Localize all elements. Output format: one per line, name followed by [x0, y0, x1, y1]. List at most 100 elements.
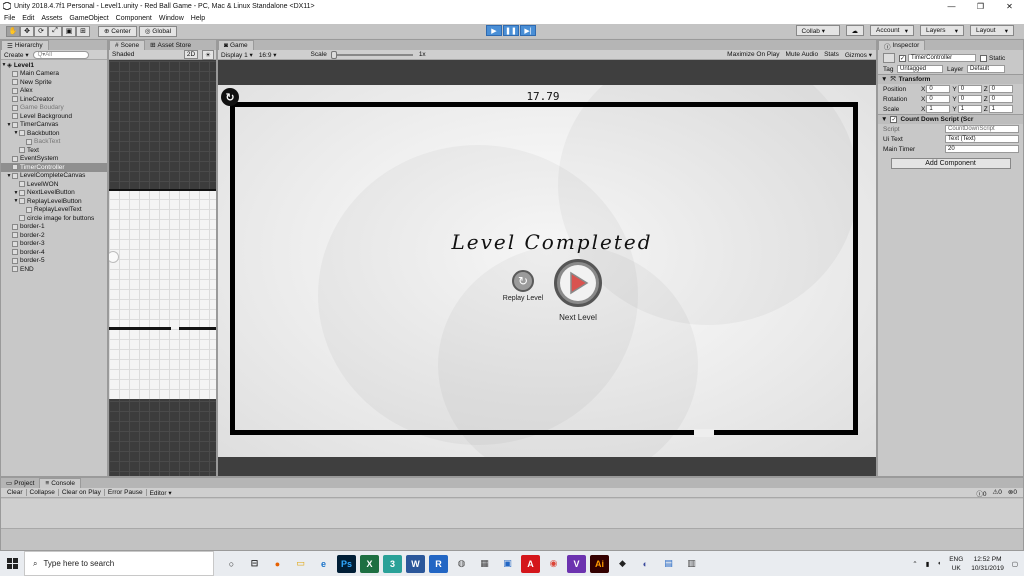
taskbar-app-icon[interactable]: ○ [222, 555, 241, 573]
hierarchy-item[interactable]: ▼ LevelCompleteCanvas [1, 172, 107, 181]
taskbar-app-icon[interactable]: Ps [337, 554, 356, 573]
hierarchy-item[interactable]: END [1, 265, 107, 274]
menu-window[interactable]: Window [159, 15, 184, 22]
transform-z-field[interactable]: 1 [988, 105, 1013, 113]
taskbar-app-icon[interactable]: ▦ [475, 555, 494, 573]
clear-on-play-toggle[interactable]: Clear on Play [59, 489, 105, 496]
volume-icon[interactable]: ◖ [937, 560, 941, 567]
hand-tool-icon[interactable]: ✋ [6, 25, 20, 37]
hierarchy-item[interactable]: New Sprite [1, 78, 107, 87]
menu-edit[interactable]: Edit [22, 15, 34, 22]
hierarchy-item[interactable]: border-1 [1, 223, 107, 232]
layout-dropdown[interactable]: Layout ▾ [970, 25, 1014, 36]
editor-dropdown[interactable]: Editor ▾ [147, 489, 175, 497]
static-checkbox[interactable] [980, 54, 987, 62]
rect-tool-icon[interactable]: ▣ [62, 25, 76, 37]
add-component-button[interactable]: Add Component [890, 158, 1011, 169]
menu-component[interactable]: Component [116, 15, 152, 22]
shading-dropdown[interactable]: Shaded [112, 51, 134, 58]
hierarchy-item[interactable]: ▼ TimerCanvas [1, 121, 107, 130]
tag-dropdown[interactable]: Untagged [897, 65, 943, 73]
tab-inspector[interactable]: ⓘ Inspector [878, 40, 926, 51]
active-checkbox[interactable]: ✓ [899, 54, 906, 62]
taskbar-app-icon[interactable]: ▭ [291, 555, 310, 573]
transform-header[interactable]: ▼ ⤧ Transform [878, 74, 1023, 84]
play-button[interactable]: ▶ [486, 25, 502, 36]
transform-y-field[interactable]: 0 [957, 95, 982, 103]
mute-audio-toggle[interactable]: Mute Audio [786, 51, 819, 58]
hierarchy-item[interactable]: BackText [1, 138, 107, 147]
taskbar-app-icon[interactable]: ◆ [613, 555, 632, 573]
taskbar-app-icon[interactable]: X [360, 554, 379, 573]
layer-dropdown[interactable]: Default [967, 65, 1005, 73]
clear-button[interactable]: Clear [4, 489, 27, 496]
transform-y-field[interactable]: 0 [957, 85, 982, 93]
collab-dropdown[interactable]: Collab ▾ [795, 25, 840, 36]
tab-asset-store[interactable]: ⊞ Asset Store [145, 40, 196, 50]
hierarchy-item[interactable]: ▼ ReplayLevelButton [1, 197, 107, 206]
hierarchy-item[interactable]: Text [1, 146, 107, 155]
taskbar-app-icon[interactable]: ◉ [544, 555, 563, 573]
hierarchy-item[interactable]: Game Boudary [1, 104, 107, 113]
hierarchy-item[interactable]: Level Background [1, 112, 107, 121]
clock[interactable]: 12:52 PM 10/31/2019 [971, 555, 1004, 573]
pause-button[interactable]: ❚❚ [503, 25, 519, 36]
tab-hierarchy[interactable]: ☰ Hierarchy [1, 40, 49, 50]
hierarchy-item[interactable]: ▼ NextLevelButton [1, 189, 107, 198]
error-count-toggle[interactable]: ⊗0 [1008, 488, 1017, 498]
tray-chevron-icon[interactable]: ⌃ [912, 560, 917, 568]
taskbar-app-icon[interactable]: ▥ [682, 555, 701, 573]
console-log-area[interactable] [1, 499, 1023, 529]
main-timer-field[interactable]: 20 [945, 145, 1019, 153]
create-dropdown[interactable]: Create ▾ [4, 51, 29, 59]
pivot-center-toggle[interactable]: ⊕ Center [98, 25, 137, 37]
warning-count-toggle[interactable]: ⚠0 [992, 488, 1001, 498]
close-button[interactable]: ✕ [995, 0, 1024, 12]
log-count-toggle[interactable]: ⓘ0 [976, 488, 986, 498]
error-pause-toggle[interactable]: Error Pause [105, 489, 147, 496]
scene-root[interactable]: ▼ ◈ Level1 [1, 61, 107, 70]
menu-gameobject[interactable]: GameObject [69, 15, 108, 22]
hierarchy-item[interactable]: TimerController [1, 163, 107, 172]
notifications-icon[interactable]: ▢ [1012, 560, 1018, 568]
step-button[interactable]: ▶| [520, 25, 536, 36]
hierarchy-item[interactable]: ReplayLevelText [1, 206, 107, 215]
display-dropdown[interactable]: Display 1 ▾ [221, 51, 253, 59]
scale-tool-icon[interactable]: ⤢ [48, 25, 62, 37]
hierarchy-item[interactable]: Main Camera [1, 70, 107, 79]
hierarchy-item[interactable]: circle image for buttons [1, 214, 107, 223]
hierarchy-item[interactable]: ▼ Backbutton [1, 129, 107, 138]
language-indicator[interactable]: ENG UK [949, 555, 963, 573]
taskbar-app-icon[interactable]: ▣ [498, 555, 517, 573]
replay-level-button[interactable]: ↻ [512, 270, 534, 292]
maximize-button[interactable]: ❐ [966, 0, 995, 12]
aspect-dropdown[interactable]: 16:9 ▾ [259, 51, 277, 59]
taskbar-app-icon[interactable]: ▤ [659, 555, 678, 573]
taskbar-app-icon[interactable]: V [567, 554, 586, 573]
hierarchy-search-input[interactable]: Q▾All [32, 50, 89, 59]
layers-dropdown[interactable]: Layers ▾ [920, 25, 964, 36]
script-field[interactable]: CountDownScript [945, 125, 1019, 133]
transform-tool-icon[interactable]: ⊞ [76, 25, 90, 37]
taskbar-app-icon[interactable]: 3 [383, 554, 402, 573]
hierarchy-item[interactable]: border-2 [1, 231, 107, 240]
object-name-field[interactable]: TimerController [908, 54, 976, 62]
transform-z-field[interactable]: 0 [988, 85, 1013, 93]
script-component-header[interactable]: ▼ ✓ Count Down Script (Scr [878, 114, 1023, 124]
taskbar-search-input[interactable]: ⌕ Type here to search [24, 551, 214, 576]
taskbar-app-icon[interactable]: ◍ [452, 555, 471, 573]
windows-start-icon[interactable] [0, 551, 24, 576]
taskbar-app-icon[interactable]: W [406, 554, 425, 573]
hierarchy-item[interactable]: border-4 [1, 248, 107, 257]
network-icon[interactable]: ▮ [926, 560, 930, 568]
uitext-field[interactable]: Text (Text) [945, 135, 1019, 143]
global-toggle[interactable]: ◎ Global [138, 25, 178, 37]
minimize-button[interactable]: — [937, 0, 966, 12]
move-tool-icon[interactable]: ✥ [20, 25, 34, 37]
taskbar-app-icon[interactable]: ⊟ [245, 555, 264, 573]
taskbar-app-icon[interactable]: e [314, 555, 333, 573]
transform-x-field[interactable]: 0 [926, 85, 951, 93]
scene-viewport[interactable] [109, 61, 216, 476]
collapse-toggle[interactable]: Collapse [27, 489, 59, 496]
hierarchy-item[interactable]: Alex [1, 87, 107, 96]
